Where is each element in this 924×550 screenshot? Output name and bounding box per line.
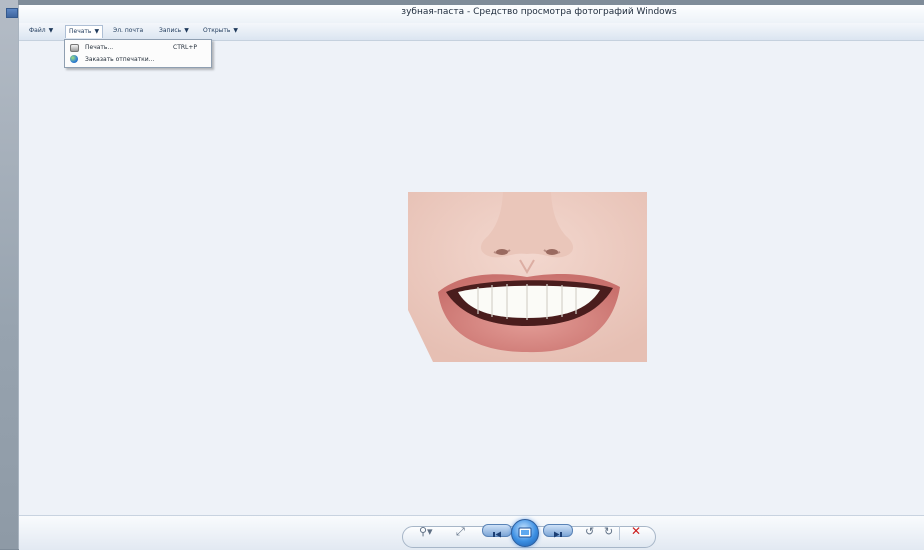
chevron-down-icon: ▼ — [184, 27, 189, 34]
menu-file-label: Файл — [29, 27, 46, 34]
menu-open[interactable]: Открыть ▼ — [201, 27, 240, 34]
menu-open-label: Открыть — [203, 27, 231, 34]
title-bar: зубная-паста - Средство просмотра фотогр… — [6, 5, 924, 23]
printer-icon — [70, 44, 79, 52]
smile-photo-image — [408, 192, 647, 362]
menu-email[interactable]: Эл. почта — [111, 27, 145, 34]
rotate-right-icon[interactable]: ↻ — [604, 525, 613, 538]
menu-burn-label: Запись — [159, 27, 182, 34]
next-button[interactable] — [543, 524, 573, 538]
chevron-down-icon: ▼ — [48, 27, 54, 34]
photo-viewer-window: зубная-паста - Средство просмотра фотогр… — [6, 5, 924, 550]
fit-window-icon[interactable]: ⤢ — [456, 525, 465, 539]
window-shadow-left — [0, 0, 18, 549]
menu-burn[interactable]: Запись ▼ — [157, 27, 191, 34]
menu-print-label: Печать — [69, 28, 92, 35]
previous-icon — [493, 531, 501, 538]
globe-icon — [70, 55, 78, 63]
window-title: зубная-паста - Средство просмотра фотогр… — [401, 7, 677, 17]
photo-viewer-icon — [6, 8, 18, 18]
slideshow-icon — [518, 527, 532, 538]
rotate-left-icon[interactable]: ↺ — [585, 525, 594, 538]
chevron-down-icon: ▼ — [233, 27, 239, 34]
slideshow-button[interactable] — [511, 519, 539, 547]
order-prints-label: Заказать отпечатки... — [85, 56, 155, 63]
print-menu-item[interactable]: Печать... CTRL+P — [65, 41, 211, 53]
print-menu-label: Печать... — [85, 44, 114, 51]
magnifier-icon[interactable]: ⚲▾ — [419, 525, 433, 538]
menu-file[interactable]: Файл ▼ — [27, 27, 55, 34]
bottom-toolbar: ⚲▾ ⤢ ↺ ↻ ✕ — [19, 515, 924, 550]
displayed-photo — [408, 192, 647, 362]
delete-icon[interactable]: ✕ — [631, 524, 641, 538]
next-icon — [554, 531, 562, 538]
print-dropdown-menu: Печать... CTRL+P Заказать отпечатки... — [64, 39, 212, 68]
order-prints-menu-item[interactable]: Заказать отпечатки... — [65, 53, 211, 65]
print-shortcut: CTRL+P — [173, 44, 198, 51]
menu-email-label: Эл. почта — [113, 27, 144, 34]
chevron-down-icon: ▼ — [94, 28, 100, 35]
toolbar-divider — [619, 526, 620, 540]
previous-button[interactable] — [482, 524, 512, 538]
menu-print[interactable]: Печать ▼ — [65, 25, 104, 38]
